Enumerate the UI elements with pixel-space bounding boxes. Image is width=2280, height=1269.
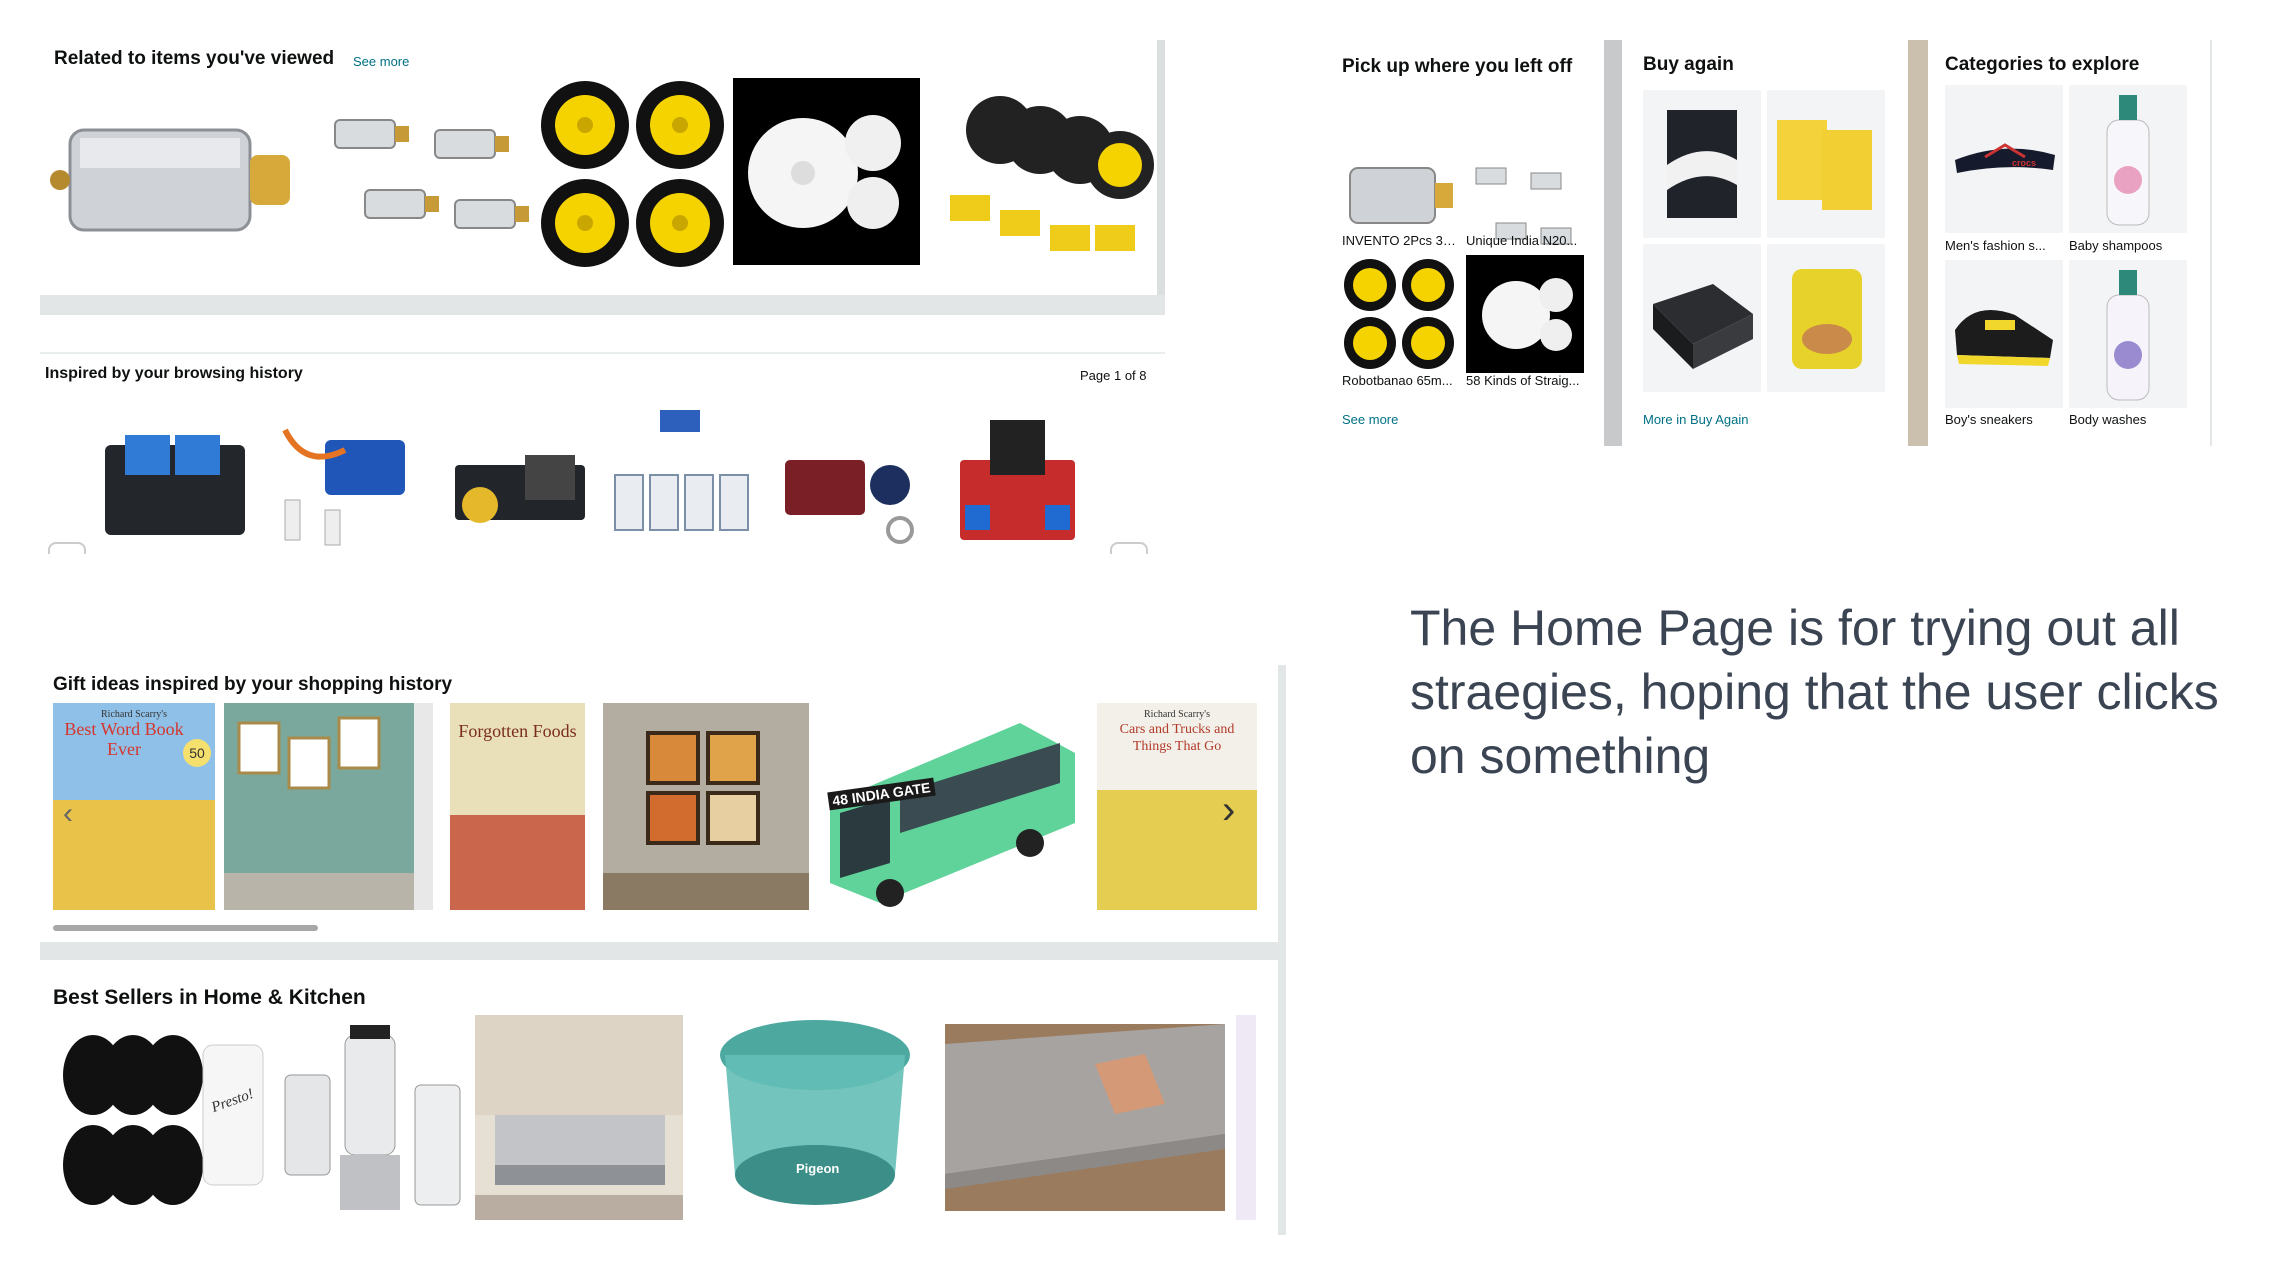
gift-book-forgotten-foods-illustration [450, 815, 585, 910]
category-mens-fashion-label[interactable]: Men's fashion s... [1945, 238, 2063, 253]
bestsellers-right-border [1278, 960, 1286, 1235]
related-see-more-link[interactable]: See more [353, 54, 409, 69]
category-mens-fashion-image[interactable] [1945, 85, 2063, 233]
gift-toy-bus[interactable]: 48 INDIA GATE [820, 703, 1080, 910]
pickup-item-4-image[interactable] [1466, 255, 1584, 373]
product-dc-motor[interactable] [50, 80, 310, 260]
categories-title: Categories to explore [1945, 54, 2140, 75]
category-mens-fashion-brand: crocs [2012, 158, 2037, 168]
categories-card: Categories to explore Men's fashion s...… [1928, 40, 2210, 446]
bestsellers-title: Best Sellers in Home & Kitchen [53, 986, 366, 1009]
product-wheels-motors[interactable] [930, 75, 1160, 275]
bestseller-garbage-bags[interactable]: Presto! [53, 1015, 268, 1220]
gift-book-forgotten-foods-title: Forgotten Foods [458, 721, 577, 741]
buyagain-item-4[interactable] [1767, 244, 1885, 392]
product-motor-driver[interactable] [950, 410, 1085, 550]
gift-next-arrow[interactable]: › [1222, 788, 1235, 833]
product-battery-clips[interactable] [605, 405, 765, 550]
related-section: Related to items you've viewed See more [40, 40, 1164, 300]
gift-book-best-word[interactable]: Richard Scarry's Best Word Book Ever 50 [53, 703, 215, 910]
pickup-item-3-label[interactable]: Robotbanao 65m... [1342, 373, 1458, 388]
inspired-title: Inspired by your browsing history [45, 365, 303, 382]
inspired-page-indicator: Page 1 of 8 [1080, 368, 1147, 383]
category-body-washes-label[interactable]: Body washes [2069, 412, 2187, 427]
buyagain-categories-separator [1908, 40, 1928, 446]
gift-scrollbar-thumb[interactable] [53, 925, 318, 931]
product-speed-controller[interactable] [435, 425, 595, 550]
bestseller-vegetable-chopper-brand: Pigeon [796, 1161, 840, 1176]
gift-book-best-word-title: Best Word Book Ever [64, 719, 184, 759]
category-body-washes-image[interactable] [2069, 260, 2187, 408]
buyagain-card: Buy again More in Buy Again [1622, 40, 1908, 446]
pickup-title: Pick up where you left off [1342, 56, 1573, 77]
bestseller-mattress-bedroom[interactable] [475, 1015, 683, 1220]
gift-wall-frames-green[interactable] [224, 703, 433, 910]
product-yellow-wheels[interactable] [535, 75, 735, 275]
bestseller-fitted-sheet[interactable] [945, 1024, 1225, 1211]
category-boys-sneakers-label[interactable]: Boy's sneakers [1945, 412, 2063, 427]
product-pwm-controller[interactable] [775, 430, 925, 550]
bestseller-vegetable-chopper[interactable]: Pigeon [690, 1015, 940, 1220]
buyagain-item-3[interactable] [1643, 244, 1761, 392]
gift-title: Gift ideas inspired by your shopping his… [53, 674, 453, 695]
pickup-item-2-label[interactable]: Unique India N20... [1466, 233, 1582, 248]
inspired-next-arrow[interactable] [1110, 542, 1148, 554]
gift-prev-arrow[interactable]: ‹ [63, 797, 73, 831]
buyagain-item-2[interactable] [1767, 90, 1885, 238]
product-servo-motor[interactable] [265, 410, 425, 550]
bestseller-blender[interactable] [275, 1015, 470, 1220]
buyagain-more-link[interactable]: More in Buy Again [1643, 412, 1749, 427]
gift-section-right-border [1278, 665, 1286, 955]
related-section-shadow-right [1157, 40, 1165, 315]
gift-book-cars-trucks-author: Richard Scarry's [1144, 709, 1210, 720]
pickup-item-1-label[interactable]: INVENTO 2Pcs 3V... [1342, 233, 1458, 248]
pickup-item-4-label[interactable]: 58 Kinds of Straig... [1466, 373, 1582, 388]
related-section-divider [40, 295, 1165, 315]
pickup-see-more-link[interactable]: See more [1342, 412, 1398, 427]
gift-book-best-word-illustration [53, 800, 215, 910]
bestseller-partial-item[interactable] [1236, 1015, 1256, 1220]
gift-book-cars-trucks-title: Cars and Trucks and Things That Go [1119, 722, 1235, 754]
product-n20-motors[interactable] [315, 90, 535, 270]
pickup-card: Pick up where you left off INVENTO 2Pcs … [1328, 40, 1604, 446]
pickup-item-3-image[interactable] [1340, 255, 1458, 373]
category-baby-shampoos-image[interactable] [2069, 85, 2187, 233]
slide-tagline: The Home Page is for trying out all stra… [1410, 600, 2219, 784]
gift-book-best-word-badge: 50 [183, 739, 211, 767]
gift-book-forgotten-foods[interactable]: Forgotten Foods [450, 703, 585, 910]
related-title: Related to items you've viewed [54, 48, 335, 69]
product-plastic-gears[interactable] [733, 78, 920, 265]
gift-section-divider [40, 942, 1286, 960]
inspired-prev-arrow[interactable] [48, 542, 86, 554]
pickup-buyagain-separator [1604, 40, 1622, 446]
category-baby-shampoos-label[interactable]: Baby shampoos [2069, 238, 2187, 253]
category-boys-sneakers-image[interactable] [1945, 260, 2063, 408]
buyagain-item-1[interactable] [1643, 90, 1761, 238]
buyagain-title: Buy again [1643, 54, 1734, 75]
product-relay-module[interactable] [95, 415, 255, 550]
gift-wall-frames-birds[interactable] [603, 703, 809, 910]
inspired-top-border [40, 352, 1165, 354]
